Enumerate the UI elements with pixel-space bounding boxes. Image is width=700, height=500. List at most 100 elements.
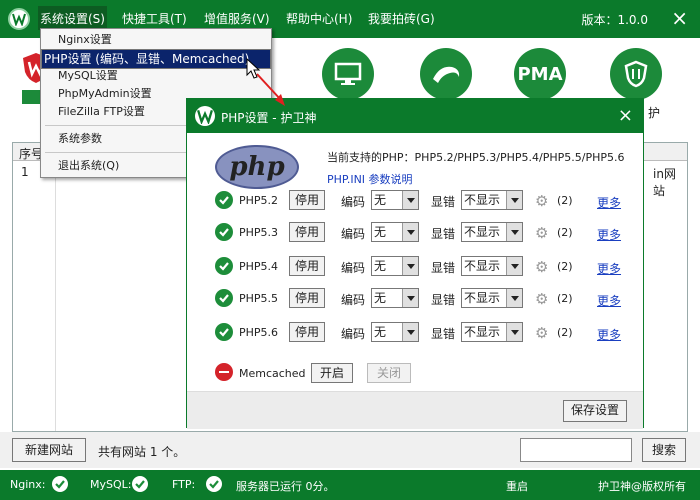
mysql-dolphin-icon[interactable]	[420, 48, 472, 100]
show-errors-label: 显错	[431, 327, 456, 341]
chevron-down-icon[interactable]	[402, 223, 418, 241]
php-version-label: PHP5.5	[239, 292, 279, 305]
show-errors-select[interactable]: 不显示	[461, 222, 523, 242]
stop-button[interactable]: 停用	[289, 322, 325, 342]
encoding-label: 编码	[341, 195, 366, 209]
menu-item-php[interactable]: PHP设置 (编码、显错、Memcached)	[41, 49, 271, 69]
shield-icon[interactable]	[610, 48, 662, 100]
php-version-row: PHP5.4 停用 编码无 显错 不显示 ⚙ (2) 更多	[187, 255, 643, 279]
encoding-select[interactable]: 无	[371, 222, 419, 242]
show-errors-value: 不显示	[464, 193, 501, 207]
php-ini-link[interactable]: PHP.INI 参数说明	[327, 171, 413, 187]
nginx-ok-icon	[52, 476, 68, 492]
dialog-body: php 当前支持的PHP：PHP5.2/PHP5.3/PHP5.4/PHP5.5…	[187, 133, 643, 429]
chevron-down-icon[interactable]	[402, 257, 418, 275]
more-link[interactable]: 更多	[597, 226, 621, 243]
show-errors-value: 不显示	[464, 291, 501, 305]
dialog-logo-icon	[195, 106, 215, 126]
php-running-icon	[215, 223, 233, 241]
php-version-row: PHP5.3 停用 编码无 显错 不显示 ⚙ (2) 更多	[187, 221, 643, 245]
show-errors-label: 显错	[431, 293, 456, 307]
more-link[interactable]: 更多	[597, 326, 621, 343]
menu-quick-tools[interactable]: 快捷工具(T)	[122, 10, 187, 27]
menu-item-nginx[interactable]: Nginx设置	[41, 31, 271, 49]
search-input[interactable]	[520, 438, 632, 462]
gear-icon[interactable]: ⚙	[535, 258, 548, 276]
php-version-label: PHP5.4	[239, 260, 279, 273]
bottom-bar: 新建网站 共有网站 1 个。 搜索	[0, 432, 700, 468]
encoding-select[interactable]: 无	[371, 288, 419, 308]
show-errors-select[interactable]: 不显示	[461, 256, 523, 276]
show-errors-label: 显错	[431, 195, 456, 209]
encoding-select[interactable]: 无	[371, 190, 419, 210]
show-errors-select[interactable]: 不显示	[461, 288, 523, 308]
show-errors-select[interactable]: 不显示	[461, 190, 523, 210]
dialog-close-icon[interactable]: ×	[618, 105, 633, 126]
php-logo: php	[215, 145, 299, 189]
stop-button[interactable]: 停用	[289, 256, 325, 276]
more-link[interactable]: 更多	[597, 292, 621, 309]
memcached-start-button[interactable]: 开启	[311, 363, 353, 383]
extension-count: (2)	[557, 194, 573, 207]
chevron-down-icon[interactable]	[402, 323, 418, 341]
menu-value-added[interactable]: 增值服务(V)	[204, 10, 270, 27]
close-icon[interactable]: ×	[671, 8, 688, 28]
gear-icon[interactable]: ⚙	[535, 224, 548, 242]
php-version-row: PHP5.2 停用 编码无 显错 不显示 ⚙ (2) 更多	[187, 189, 643, 213]
stop-button[interactable]: 停用	[289, 222, 325, 242]
pma-icon[interactable]: PMA	[514, 48, 566, 100]
menu-system-settings[interactable]: 系统设置(S)	[38, 6, 107, 30]
dialog-title: PHP设置 - 护卫神	[221, 111, 317, 125]
stop-button[interactable]: 停用	[289, 190, 325, 210]
extension-count: (2)	[557, 260, 573, 273]
gear-icon[interactable]: ⚙	[535, 290, 548, 308]
more-link[interactable]: 更多	[597, 260, 621, 277]
chevron-down-icon[interactable]	[506, 223, 522, 241]
php-running-icon	[215, 257, 233, 275]
chevron-down-icon[interactable]	[506, 289, 522, 307]
extension-count: (2)	[557, 326, 573, 339]
memcached-stopped-icon	[215, 363, 233, 381]
encoding-value: 无	[374, 291, 387, 305]
memcached-close-button[interactable]: 关闭	[367, 363, 411, 383]
gear-icon[interactable]: ⚙	[535, 324, 548, 342]
restart-link[interactable]: 重启	[506, 478, 528, 494]
search-button[interactable]: 搜索	[642, 438, 686, 462]
php-running-icon	[215, 323, 233, 341]
php-version-label: PHP5.3	[239, 226, 279, 239]
chevron-down-icon[interactable]	[402, 289, 418, 307]
stop-button[interactable]: 停用	[289, 288, 325, 308]
chevron-down-icon[interactable]	[402, 191, 418, 209]
ftp-ok-icon	[206, 476, 222, 492]
supported-versions: 当前支持的PHP：PHP5.2/PHP5.3/PHP5.4/PHP5.5/PHP…	[327, 151, 625, 164]
show-errors-value: 不显示	[464, 225, 501, 239]
more-link[interactable]: 更多	[597, 194, 621, 211]
show-errors-select[interactable]: 不显示	[461, 322, 523, 342]
gear-icon[interactable]: ⚙	[535, 192, 548, 210]
menu-help-center[interactable]: 帮助中心(H)	[286, 10, 352, 27]
annotation-arrow-icon	[256, 73, 285, 106]
new-site-button[interactable]: 新建网站	[12, 438, 86, 462]
chevron-down-icon[interactable]	[506, 257, 522, 275]
extension-count: (2)	[557, 292, 573, 305]
chevron-down-icon[interactable]	[506, 323, 522, 341]
show-errors-value: 不显示	[464, 325, 501, 339]
encoding-label: 编码	[341, 293, 366, 307]
column-divider	[55, 143, 56, 431]
menu-item-mysql[interactable]: MySQL设置	[41, 67, 271, 85]
encoding-select[interactable]: 无	[371, 322, 419, 342]
monitor-icon[interactable]	[322, 48, 374, 100]
uptime-label: 服务器已运行 0分。	[236, 480, 335, 493]
php-settings-dialog: PHP设置 - 护卫神 × php 当前支持的PHP：PHP5.2/PHP5.3…	[186, 98, 644, 429]
table-row-name[interactable]: in网站	[653, 165, 687, 199]
php-version-label: PHP5.2	[239, 194, 279, 207]
save-settings-button[interactable]: 保存设置	[563, 400, 627, 422]
memcached-label: Memcached	[239, 367, 306, 380]
encoding-select[interactable]: 无	[371, 256, 419, 276]
table-row-index[interactable]: 1	[21, 165, 29, 179]
chevron-down-icon[interactable]	[506, 191, 522, 209]
encoding-value: 无	[374, 325, 387, 339]
encoding-value: 无	[374, 225, 387, 239]
mysql-ok-icon	[132, 476, 148, 492]
menu-feedback[interactable]: 我要拍砖(G)	[368, 10, 435, 27]
